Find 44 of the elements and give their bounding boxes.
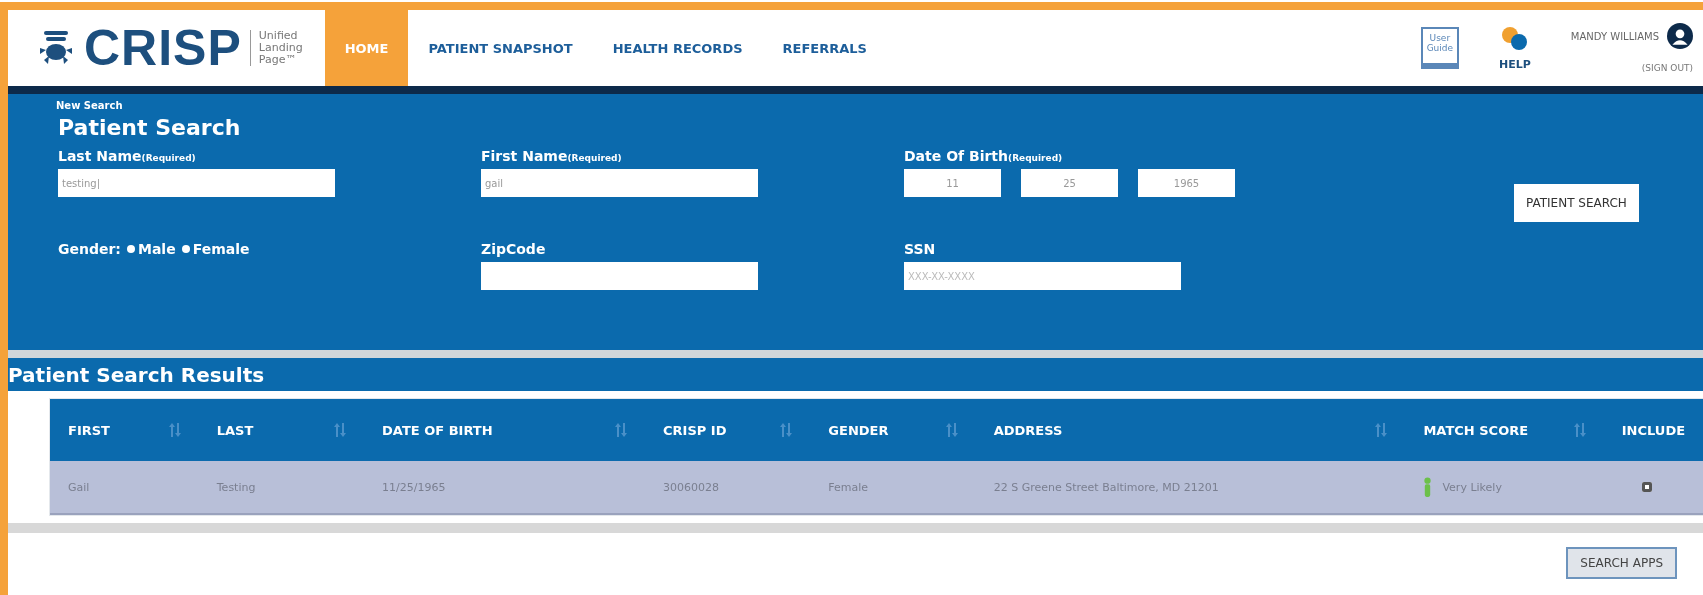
logo-tagline: Landing xyxy=(258,42,303,54)
field-label: Last Name(Required) xyxy=(58,148,197,164)
column-header[interactable]: LAST xyxy=(216,422,254,438)
nav-tab[interactable]: PATIENT SNAPSHOT xyxy=(408,10,593,86)
nav-tab[interactable]: HEALTH RECORDS xyxy=(592,10,763,86)
patient-search-button[interactable]: PATIENT SEARCH xyxy=(1514,184,1639,222)
table-cell: 30060028 xyxy=(663,480,720,494)
table-cell: Female xyxy=(828,480,869,494)
sign-out-link[interactable]: (SIGN OUT) xyxy=(1641,63,1693,73)
field-label: ZipCode xyxy=(481,241,547,257)
logo-tagline: Unified xyxy=(258,30,299,42)
column-header[interactable]: GENDER xyxy=(828,422,889,438)
ssn-field[interactable]: XXX-XX-XXXX xyxy=(904,262,1181,290)
field-label: SSN xyxy=(904,241,937,257)
table-cell: Testing xyxy=(216,480,256,494)
column-header[interactable]: DATE OF BIRTH xyxy=(382,422,493,438)
gender-radio[interactable]: Male xyxy=(127,241,176,257)
column-header[interactable]: MATCH SCORE xyxy=(1423,422,1529,438)
user-guide-button[interactable]: User Guide xyxy=(1420,27,1460,69)
column-header[interactable]: FIRST xyxy=(68,422,110,438)
help-link[interactable]: HELP xyxy=(1499,57,1531,71)
search-apps-button[interactable]: SEARCH APPS xyxy=(1566,547,1677,579)
panel-title: Patient Search xyxy=(58,115,242,140)
nav-tab[interactable]: REFERRALS xyxy=(762,10,887,86)
match-score: Very Likely xyxy=(1442,480,1502,494)
column-header[interactable]: ADDRESS xyxy=(993,422,1063,438)
table-cell: 22 S Greene Street Baltimore, MD 21201 xyxy=(993,480,1219,494)
results-title: Patient Search Results xyxy=(8,362,265,387)
breadcrumb: New Search xyxy=(56,100,124,111)
logo-tagline: Page™ xyxy=(258,54,298,66)
table-cell: 11/25/1965 xyxy=(382,480,446,494)
user-name: MANDY WILLIAMS xyxy=(1570,30,1659,42)
birth-date-field[interactable]: 1965 xyxy=(1138,169,1235,197)
field-label: Date Of Birth(Required) xyxy=(904,148,1064,164)
last-name-field[interactable]: testing| xyxy=(58,169,335,197)
field-label: First Name(Required) xyxy=(481,148,623,164)
first-name-field[interactable]: gail xyxy=(481,169,758,197)
column-header[interactable]: INCLUDE xyxy=(1621,422,1686,438)
logo-wordmark: CRISP xyxy=(84,19,242,77)
gender-radio[interactable]: Female xyxy=(181,241,250,257)
table-cell: Gail xyxy=(68,480,90,494)
gender-label: Gender: xyxy=(58,241,121,257)
column-header[interactable]: CRISP ID xyxy=(663,422,727,438)
birth-date-field[interactable]: 11 xyxy=(904,169,1001,197)
